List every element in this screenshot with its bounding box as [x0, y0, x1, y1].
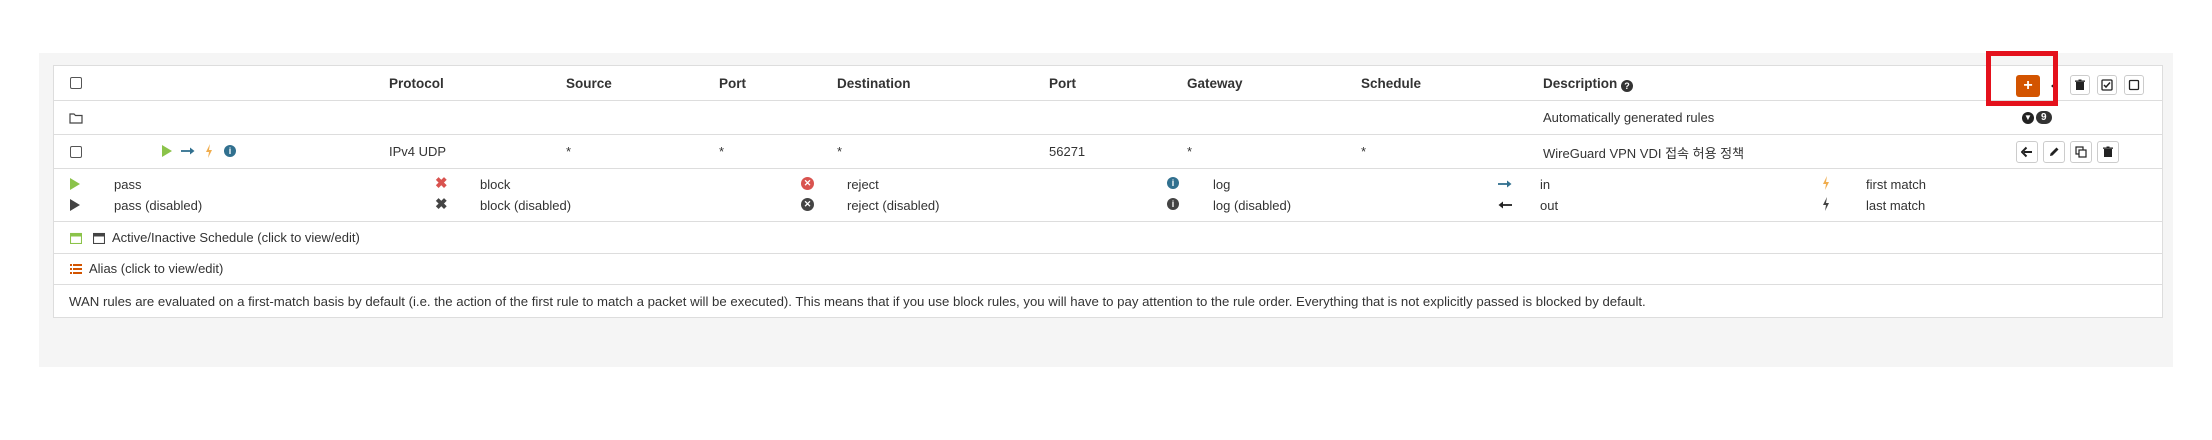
chevron-down-circle-icon: ▼: [2022, 111, 2034, 124]
pass-disabled-legend-icon: [70, 199, 80, 211]
pencil-icon: [2050, 147, 2059, 156]
rule-row[interactable]: i IPv4 UDP * * * 56271 * * WireGuard VPN…: [54, 135, 2162, 169]
rules-note-text: WAN rules are evaluated on a first-match…: [69, 294, 1646, 309]
header-gateway[interactable]: Gateway: [1187, 76, 1243, 91]
info-icon[interactable]: i: [224, 145, 236, 157]
calendar-active-icon: [70, 232, 82, 244]
calendar-inactive-icon: [93, 232, 105, 244]
header-destination-port[interactable]: Port: [1049, 76, 1076, 91]
select-none-button[interactable]: [2124, 75, 2144, 95]
reject-disabled-legend-icon: ✕: [801, 198, 814, 211]
select-all-checkbox[interactable]: [70, 77, 82, 89]
rules-table: Protocol Source Port Destination Port Ga…: [53, 65, 2163, 318]
log-disabled-legend-icon: i: [1167, 198, 1179, 210]
header-source-port[interactable]: Port: [719, 76, 746, 91]
schedule-legend-row: Active/Inactive Schedule (click to view/…: [54, 222, 2162, 254]
legend-row: pass pass (disabled) ✖ block ✖ block (di…: [54, 169, 2162, 222]
log-legend-icon: i: [1167, 177, 1179, 189]
rule-description: WireGuard VPN VDI 접속 허용 정책: [1543, 146, 1745, 161]
arrow-right-icon: [181, 147, 195, 155]
delete-selected-button[interactable]: [2070, 75, 2090, 95]
table-header-row: Protocol Source Port Destination Port Ga…: [54, 66, 2162, 101]
header-description-label: Description: [1543, 76, 1618, 91]
toggle-selected-button[interactable]: [2097, 75, 2117, 95]
auto-rules-label: Automatically generated rules: [1543, 110, 1715, 125]
trash-icon: [2103, 146, 2113, 157]
rule-count-badge: 9: [2036, 111, 2052, 124]
move-rule-button[interactable]: [2016, 141, 2038, 163]
arrow-left-icon: [2021, 146, 2032, 158]
rule-source-port: *: [719, 144, 725, 159]
legend-in: in: [1540, 177, 1551, 192]
header-source[interactable]: Source: [566, 76, 612, 91]
header-schedule[interactable]: Schedule: [1361, 76, 1421, 91]
legend-block-disabled: block (disabled): [480, 198, 572, 213]
rule-select-checkbox[interactable]: [70, 146, 82, 158]
pass-icon[interactable]: [162, 145, 172, 157]
header-protocol[interactable]: Protocol: [389, 76, 444, 91]
header-description[interactable]: Description ?: [1543, 76, 1634, 92]
auto-rules-expand[interactable]: ▼ 9: [2022, 111, 2052, 124]
copy-rule-button[interactable]: [2070, 141, 2092, 163]
legend-first-match: first match: [1866, 177, 1926, 192]
reject-legend-icon: ✕: [801, 177, 814, 190]
legend-log: log: [1213, 177, 1231, 192]
block-disabled-legend-icon: ✖: [435, 196, 448, 213]
check-square-icon: [2101, 79, 2113, 91]
trash-icon: [2075, 79, 2085, 90]
header-destination[interactable]: Destination: [837, 76, 911, 91]
legend-last-match: last match: [1866, 198, 1926, 213]
lightning-icon: [1823, 176, 1829, 190]
add-button-highlight: [1986, 51, 2058, 106]
auto-rules-row[interactable]: Automatically generated rules ▼ 9: [54, 101, 2162, 135]
legend-reject-disabled: reject (disabled): [847, 198, 940, 213]
folder-icon: [69, 113, 83, 124]
alias-legend-row: Alias (click to view/edit): [54, 254, 2162, 285]
legend-out: out: [1540, 198, 1559, 213]
lightning-icon: [206, 144, 212, 158]
block-legend-icon: ✖: [435, 175, 448, 192]
delete-rule-button[interactable]: [2097, 141, 2119, 163]
rule-schedule: *: [1361, 144, 1367, 159]
legend-reject: reject: [847, 177, 879, 192]
rules-note-row: WAN rules are evaluated on a first-match…: [54, 285, 2162, 318]
pass-legend-icon: [70, 178, 80, 190]
legend-log-disabled: log (disabled): [1213, 198, 1292, 213]
rule-gateway: *: [1187, 144, 1193, 159]
legend-pass-disabled: pass (disabled): [114, 198, 203, 213]
alias-legend-text: Alias (click to view/edit): [89, 261, 224, 276]
square-icon: [2128, 79, 2140, 91]
legend-block: block: [480, 177, 511, 192]
arrow-right-icon: [1498, 180, 1512, 188]
lightning-disabled-icon: [1823, 197, 1829, 211]
legend-pass: pass: [114, 177, 142, 192]
schedule-legend-text: Active/Inactive Schedule (click to view/…: [112, 230, 360, 245]
rule-source: *: [566, 144, 572, 159]
arrow-left-icon: [1498, 201, 1512, 209]
rule-protocol: IPv4 UDP: [389, 144, 447, 159]
copy-icon: [2075, 146, 2087, 158]
rule-destination: *: [837, 144, 843, 159]
rule-destination-port: 56271: [1049, 144, 1086, 159]
list-icon: [70, 264, 82, 274]
edit-rule-button[interactable]: [2043, 141, 2065, 163]
question-circle-icon[interactable]: ?: [1621, 80, 1634, 92]
